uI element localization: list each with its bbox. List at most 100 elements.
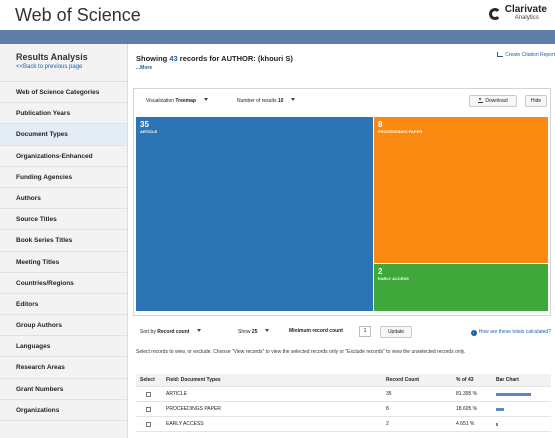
back-link[interactable]: <<Back to previous page: [16, 64, 127, 70]
sidebar-item-grant-numbers[interactable]: Grant Numbers: [0, 379, 127, 400]
showing-suffix: records for AUTHOR: (khouri S): [179, 54, 293, 63]
col-select: Select: [140, 377, 155, 383]
sidebar-item-web-of-science-categories[interactable]: Web of Science Categories: [0, 82, 127, 104]
sidebar-title: Results Analysis: [16, 52, 88, 62]
treemap-chart: 35 ARTICLE 8 PROCEEDINGS PAPER 2 EARLY A…: [136, 117, 548, 311]
download-icon: [478, 98, 484, 103]
sidebar-item-source-titles[interactable]: Source Titles: [0, 209, 127, 231]
sidebar-item-funding-agencies[interactable]: Funding Agencies: [0, 167, 127, 188]
sidebar-header: Results Analysis <<Back to previous page: [0, 44, 127, 82]
show-value: 25: [251, 329, 258, 335]
sidebar-list: Web of Science Categories Publication Yea…: [0, 82, 127, 421]
row-record-count: 35: [386, 391, 392, 397]
brand-logo[interactable]: Clarivate Analytics: [488, 4, 547, 23]
sidebar-item-document-types[interactable]: Document Types: [0, 124, 127, 146]
results-label: Number of results: [237, 98, 277, 104]
selection-instructions: Select records to view, or exclude. Choo…: [136, 349, 466, 355]
create-citation-report-link[interactable]: Create Citation Report: [497, 52, 555, 58]
sort-by-dropdown[interactable]: Sort by Record count: [140, 326, 202, 338]
sidebar-item-countries-regions[interactable]: Countries/Regions: [0, 273, 127, 294]
results-controls: Sort by Record count Show 25 Minimum rec…: [136, 326, 551, 340]
app-title[interactable]: Web of Science: [15, 5, 141, 26]
treemap-tile-article[interactable]: 35 ARTICLE: [136, 117, 373, 311]
chevron-down-icon: [197, 329, 202, 332]
sidebar-item-group-authors[interactable]: Group Authors: [0, 315, 127, 337]
visualization-panel: Visualization Treemap Number of results …: [133, 88, 551, 316]
update-button[interactable]: Update: [380, 326, 412, 338]
row-field: PROCEEDINGS PAPER: [166, 406, 221, 412]
sidebar-item-book-series-titles[interactable]: Book Series Titles: [0, 230, 127, 252]
brand-name: Clarivate: [504, 4, 547, 15]
treemap-tile-proceedings-paper[interactable]: 8 PROCEEDINGS PAPER: [374, 117, 548, 263]
more-link[interactable]: ...More: [136, 65, 152, 71]
download-button[interactable]: Download: [469, 95, 517, 107]
treemap-tile-early-access[interactable]: 2 EARLY ACCESS: [374, 264, 548, 311]
row-bar: [496, 423, 498, 426]
results-value: 10: [277, 98, 284, 104]
nav-bar: [0, 30, 555, 44]
visualization-value: Treemap: [175, 98, 196, 104]
show-count-dropdown[interactable]: Show 25: [238, 326, 270, 338]
row-field: EARLY ACCESS: [166, 421, 204, 427]
bar-chart-icon: [497, 52, 504, 57]
info-icon: i: [470, 330, 477, 336]
sidebar-item-research-areas[interactable]: Research Areas: [0, 357, 127, 379]
table-row: PROCEEDINGS PAPER 8 18.605 %: [136, 402, 551, 417]
chevron-down-icon: [291, 98, 296, 101]
showing-prefix: Showing: [136, 54, 168, 63]
tile-label: ARTICLE: [140, 129, 158, 134]
download-label: Download: [485, 98, 508, 104]
minimum-record-count-label: Minimum record count: [289, 328, 343, 334]
help-link-label: How are these totals calculated?: [478, 329, 551, 335]
results-summary: Showing 43 records for AUTHOR: (khouri S…: [136, 54, 293, 63]
row-bar: [496, 408, 504, 411]
number-of-results-dropdown[interactable]: Number of results 10: [237, 95, 296, 107]
col-field: Field: Document Types: [166, 377, 221, 383]
col-record-count[interactable]: Record Count: [386, 374, 419, 387]
chevron-down-icon: [203, 98, 208, 101]
table-row: ARTICLE 35 81.395 %: [136, 387, 551, 402]
sidebar-item-meeting-titles[interactable]: Meeting Titles: [0, 252, 127, 273]
row-field: ARTICLE: [166, 391, 188, 397]
row-percent: 18.605 %: [456, 406, 478, 412]
brand-sub: Analytics: [514, 15, 539, 21]
sort-value: Record count: [157, 329, 190, 335]
visualization-dropdown[interactable]: Visualization Treemap: [146, 95, 208, 107]
tile-label: PROCEEDINGS PAPER: [378, 129, 423, 134]
tile-label: EARLY ACCESS: [378, 276, 409, 281]
totals-help-link[interactable]: i How are these totals calculated?: [470, 329, 551, 336]
sidebar-item-publication-years[interactable]: Publication Years: [0, 103, 127, 125]
row-percent: 81.395 %: [456, 391, 478, 397]
clarivate-logo-icon: [488, 8, 501, 20]
tile-count: 2: [378, 267, 383, 276]
sidebar-item-languages[interactable]: Languages: [0, 336, 127, 358]
sidebar-item-authors[interactable]: Authors: [0, 188, 127, 210]
hide-button[interactable]: Hide: [525, 95, 547, 107]
row-select-checkbox[interactable]: [146, 422, 151, 427]
row-select-checkbox[interactable]: [146, 407, 151, 412]
row-percent: 4.651 %: [456, 421, 475, 427]
sidebar-item-organizations[interactable]: Organizations: [0, 400, 127, 421]
row-select-checkbox[interactable]: [146, 392, 151, 397]
tile-count: 35: [140, 120, 149, 129]
sidebar-item-organizations-enhanced[interactable]: Organizations-Enhanced: [0, 146, 127, 167]
results-table: Select Field: Document Types Record Coun…: [136, 374, 551, 432]
table-row: EARLY ACCESS 2 4.651 %: [136, 417, 551, 432]
record-count: 43: [169, 54, 178, 63]
analysis-sidebar: Results Analysis <<Back to previous page…: [0, 44, 128, 438]
sort-label: Sort by: [140, 329, 156, 335]
citation-link-label: Create Citation Report: [505, 52, 555, 58]
col-percent: % of 43: [456, 377, 474, 383]
show-label: Show: [238, 329, 251, 335]
minimum-record-count-input[interactable]: 1: [359, 326, 371, 337]
sidebar-item-editors[interactable]: Editors: [0, 294, 127, 316]
visualization-label: Visualization: [146, 98, 174, 104]
row-record-count: 2: [386, 421, 389, 427]
row-record-count: 8: [386, 406, 389, 412]
tile-count: 8: [378, 120, 383, 129]
chevron-down-icon: [265, 329, 270, 332]
row-bar: [496, 393, 531, 396]
table-body: ARTICLE 35 81.395 % PROCEEDINGS PAPER 8 18.60…: [136, 387, 551, 432]
col-bar-chart: Bar Chart: [496, 377, 519, 383]
table-header: Select Field: Document Types Record Coun…: [136, 374, 551, 387]
